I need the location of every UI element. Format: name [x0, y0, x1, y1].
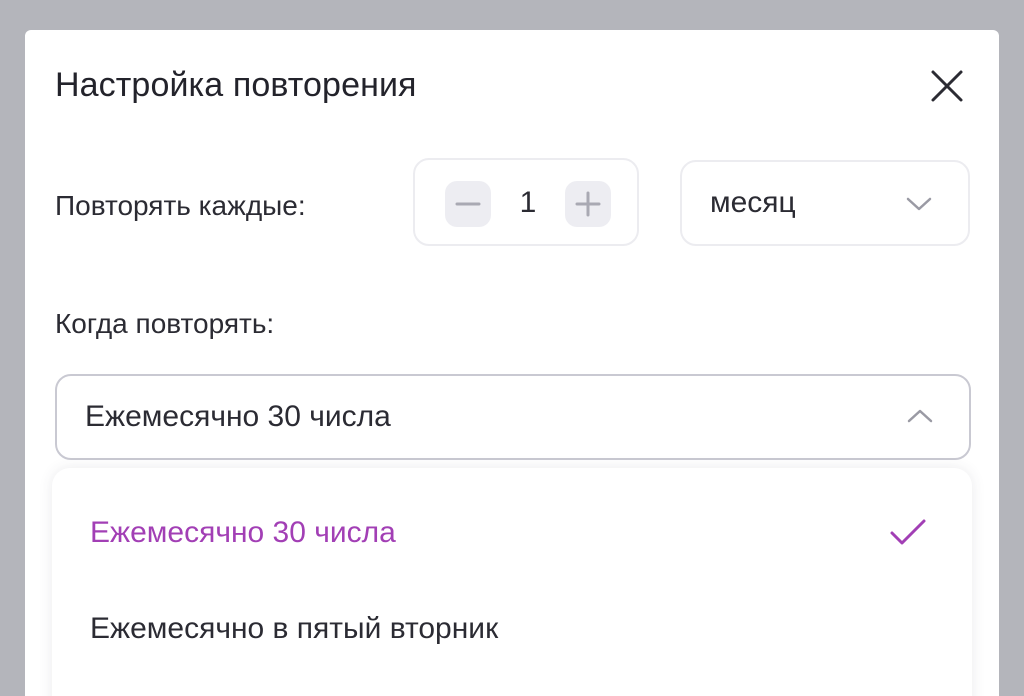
- option-label: Ежемесячно 30 числа: [90, 516, 396, 549]
- option-label: Ежемесячно в пятый вторник: [90, 612, 499, 645]
- option-monthly-30th[interactable]: Ежемесячно 30 числа: [52, 488, 972, 578]
- when-repeat-dropdown: Ежемесячно 30 числа Ежемесячно в пятый в…: [52, 468, 972, 696]
- repeat-every-label: Повторять каждые:: [55, 190, 306, 221]
- repeat-settings-dialog: Настройка повторения Повторять каждые: 1: [25, 30, 999, 696]
- period-value: месяц: [710, 186, 796, 219]
- decrement-button[interactable]: [445, 181, 491, 227]
- minus-icon: [455, 202, 481, 206]
- when-repeat-label: Когда повторять:: [55, 308, 275, 339]
- dialog-title: Настройка повторения: [55, 66, 417, 104]
- chevron-down-icon: [906, 197, 932, 211]
- when-repeat-select[interactable]: Ежемесячно 30 числа: [55, 374, 971, 460]
- close-button[interactable]: [927, 66, 967, 106]
- check-icon: [890, 519, 926, 545]
- when-repeat-value: Ежемесячно 30 числа: [85, 400, 391, 433]
- increment-button[interactable]: [565, 181, 611, 227]
- backdrop: Настройка повторения Повторять каждые: 1: [0, 0, 1024, 696]
- interval-stepper: 1: [413, 158, 639, 246]
- plus-icon: [575, 191, 601, 217]
- close-icon: [931, 70, 963, 102]
- option-monthly-fifth-tuesday[interactable]: Ежемесячно в пятый вторник: [52, 584, 972, 674]
- period-select[interactable]: месяц: [680, 160, 970, 246]
- chevron-up-icon: [907, 409, 933, 423]
- interval-value[interactable]: 1: [503, 186, 553, 220]
